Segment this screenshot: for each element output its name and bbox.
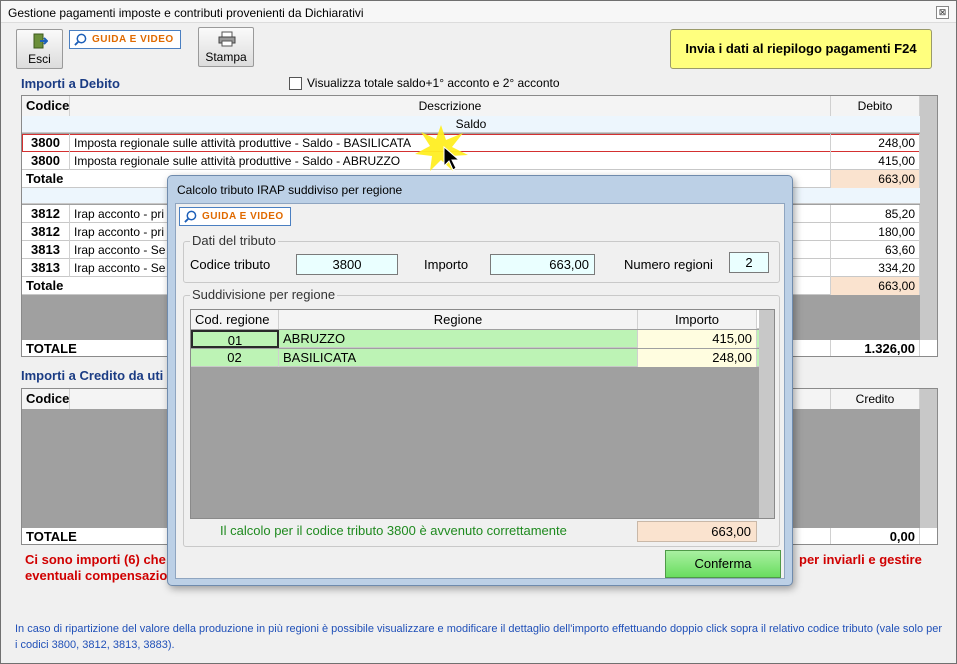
col-header-codice: Codice [22, 96, 70, 116]
magnifier-icon [184, 210, 197, 223]
importo-field[interactable]: 663,00 [490, 254, 595, 275]
title-bar: Gestione pagamenti imposte e contributi … [1, 1, 956, 23]
dialog-body: GUIDA E VIDEO Dati del tributo Codice tr… [175, 203, 785, 579]
visualizza-totale-label: Visualizza totale saldo+1° acconto e 2° … [307, 76, 560, 90]
dati-tributo-group: Dati del tributo Codice tributo 3800 Imp… [183, 233, 780, 283]
regioni-table-header: Cod. regione Regione Importo [191, 310, 759, 329]
col-header-descrizione: Descrizione [70, 96, 831, 116]
row-importo[interactable]: 415,00 [638, 330, 757, 348]
result-message: Il calcolo per il codice tributo 3800 è … [220, 523, 567, 538]
dialog-guida-video-label: GUIDA E VIDEO [202, 211, 284, 222]
warning-text-left: Ci sono importi (6) che [25, 552, 166, 567]
col-header-debito: Debito [831, 96, 920, 116]
row-codice: 3800 [22, 152, 70, 170]
warning-text-line2: eventuali compensazio [25, 568, 168, 583]
printer-icon [218, 31, 236, 47]
row-debito: 63,60 [831, 241, 920, 259]
row-debito: 85,20 [831, 205, 920, 223]
regioni-table: Cod. regione Regione Importo 01 ABRUZZO … [190, 309, 775, 519]
close-window-button[interactable]: ⊠ [936, 6, 949, 19]
row-codice: 3813 [22, 259, 70, 277]
regione-row[interactable]: 02 BASILICATA 248,00 [191, 349, 759, 367]
codice-tributo-field[interactable]: 3800 [296, 254, 398, 275]
acconto-total-value: 663,00 [831, 277, 920, 295]
dialog-guida-video-button[interactable]: GUIDA E VIDEO [179, 207, 291, 226]
row-regione: BASILICATA [279, 349, 638, 367]
row-codice: 3800 [22, 134, 70, 152]
debito-section-title: Importi a Debito [21, 76, 120, 91]
row-cod-regione[interactable]: 01 [191, 330, 279, 348]
row-debito: 415,00 [831, 152, 920, 170]
regione-row[interactable]: 01 ABRUZZO 415,00 [191, 330, 759, 348]
stampa-button[interactable]: Stampa [198, 27, 254, 67]
guida-video-button[interactable]: GUIDA E VIDEO [69, 30, 181, 49]
magnifier-icon [74, 33, 87, 46]
debito-table-header: Codice Descrizione Debito [22, 96, 920, 116]
codice-tributo-label: Codice tributo [190, 257, 271, 272]
exit-icon [33, 33, 48, 49]
numero-regioni-field[interactable]: 2 [729, 252, 769, 273]
regioni-scrollbar[interactable] [759, 310, 774, 518]
importo-label: Importo [424, 257, 469, 272]
mouse-cursor-icon [443, 146, 461, 171]
conferma-button[interactable]: Conferma [665, 550, 781, 578]
row-debito: 248,00 [831, 134, 920, 152]
irap-dialog: Calcolo tributo IRAP suddiviso per regio… [167, 175, 793, 586]
stampa-label: Stampa [205, 50, 247, 64]
col-header-cod-regione: Cod. regione [191, 310, 279, 329]
table-row[interactable]: 3800 Imposta regionale sulle attività pr… [22, 134, 920, 152]
group-saldo-label: Saldo [455, 117, 487, 131]
visualizza-totale-checkbox[interactable] [289, 77, 302, 90]
info-text: In caso di ripartizione del valore della… [15, 623, 943, 651]
col-header-codice: Codice [22, 389, 70, 409]
esci-label: Esci [28, 52, 51, 66]
esci-button[interactable]: Esci [16, 29, 63, 69]
dati-tributo-label: Dati del tributo [190, 233, 278, 248]
row-debito: 334,20 [831, 259, 920, 277]
row-importo[interactable]: 248,00 [638, 349, 757, 367]
col-header-importo: Importo [638, 310, 757, 329]
invia-f24-button[interactable]: Invia i dati al riepilogo pagamenti F24 [670, 29, 932, 69]
credito-scrollbar[interactable] [920, 389, 937, 528]
suddivisione-group: Suddivisione per regione Cod. regione Re… [183, 287, 780, 547]
table-row[interactable]: 3800 Imposta regionale sulle attività pr… [22, 152, 920, 170]
col-header-credito: Credito [831, 389, 920, 409]
credito-section-title: Importi a Credito da uti [21, 368, 164, 383]
row-codice: 3812 [22, 205, 70, 223]
guida-video-label: GUIDA E VIDEO [92, 34, 174, 45]
dialog-title: Calcolo tributo IRAP suddiviso per regio… [177, 183, 403, 197]
saldo-total-value: 663,00 [831, 170, 920, 188]
row-codice: 3812 [22, 223, 70, 241]
row-codice: 3813 [22, 241, 70, 259]
warning-text-right: per inviarli e gestire [799, 552, 922, 567]
credito-total-value: 0,00 [831, 528, 920, 544]
group-header-saldo: Saldo [22, 116, 920, 133]
suddivisione-label: Suddivisione per regione [190, 287, 338, 302]
row-cod-regione[interactable]: 02 [191, 349, 279, 367]
window-title: Gestione pagamenti imposte e contributi … [8, 6, 364, 20]
numero-regioni-label: Numero regioni [624, 257, 713, 272]
grand-total-value: 1.326,00 [831, 340, 920, 356]
debito-scrollbar[interactable] [920, 96, 937, 340]
col-header-regione: Regione [279, 310, 638, 329]
result-total-field: 663,00 [637, 521, 757, 542]
row-regione: ABRUZZO [279, 330, 638, 348]
row-debito: 180,00 [831, 223, 920, 241]
